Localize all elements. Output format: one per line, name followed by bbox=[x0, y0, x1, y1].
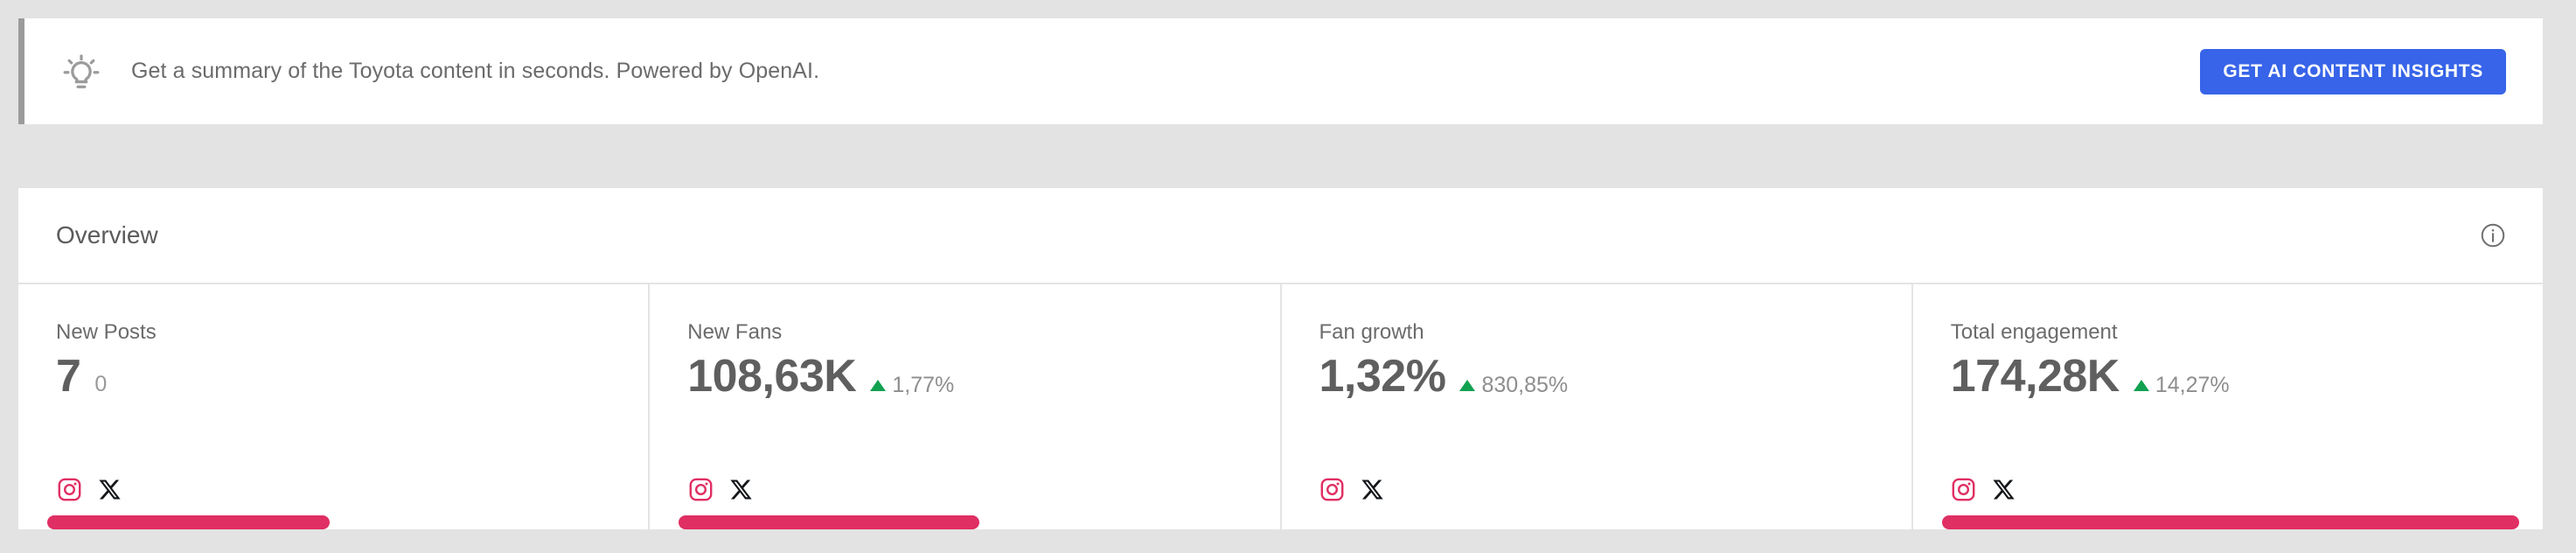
x-icon[interactable] bbox=[728, 476, 754, 502]
metric-progress-track bbox=[679, 515, 1279, 529]
overview-header: Overview bbox=[18, 188, 2543, 284]
metric-delta-value: 1,77% bbox=[892, 373, 955, 398]
metric-value: 174,28K bbox=[1950, 351, 2120, 402]
instagram-icon[interactable] bbox=[1319, 476, 1346, 502]
info-circle-icon[interactable] bbox=[2478, 220, 2508, 250]
metric-label: Total engagement bbox=[1950, 320, 2118, 344]
channel-icons bbox=[1282, 474, 1911, 504]
overview-tiles: New Posts 7 0 New Fans 108,63K 1,77% Fan… bbox=[18, 284, 2543, 529]
instagram-icon[interactable] bbox=[1951, 476, 1977, 502]
instagram-icon[interactable] bbox=[56, 476, 82, 502]
instagram-icon[interactable] bbox=[687, 476, 714, 502]
metric-delta-value: 14,27% bbox=[2155, 373, 2230, 398]
metric-delta-value: 830,85% bbox=[1481, 373, 1569, 398]
dashboard-page: Get a summary of the Toyota content in s… bbox=[0, 0, 2576, 553]
metric-progress-track bbox=[1311, 515, 1911, 529]
overview-title: Overview bbox=[56, 221, 158, 248]
metric-delta: 1,77% bbox=[870, 373, 954, 398]
metric-progress-bar bbox=[679, 515, 979, 529]
metric-progress-bar bbox=[1941, 515, 2519, 529]
metric-label: New Posts bbox=[56, 320, 157, 344]
tile-content: New Fans 108,63K 1,77% bbox=[650, 320, 1279, 403]
metric-value-row: 108,63K 1,77% bbox=[687, 351, 1244, 403]
lightbulb-icon bbox=[61, 52, 101, 92]
metric-value: 108,63K bbox=[687, 351, 857, 402]
ai-banner-text: Get a summary of the Toyota content in s… bbox=[131, 59, 820, 83]
metric-progress-track bbox=[1941, 515, 2543, 529]
metric-value: 7 bbox=[56, 351, 81, 402]
get-ai-content-insights-button[interactable]: GET AI CONTENT INSIGHTS bbox=[2200, 48, 2506, 94]
arrow-up-icon bbox=[870, 380, 887, 392]
metric-value-row: 7 0 bbox=[56, 351, 613, 403]
x-icon[interactable] bbox=[96, 476, 122, 502]
metric-progress-bar bbox=[47, 515, 330, 529]
arrow-up-icon bbox=[1459, 380, 1476, 392]
metric-tile-fan-growth: Fan growth 1,32% 830,85% bbox=[1279, 284, 1911, 529]
tile-content: Fan growth 1,32% 830,85% bbox=[1282, 320, 1911, 403]
x-icon[interactable] bbox=[1360, 476, 1386, 502]
metric-delta: 830,85% bbox=[1459, 373, 1568, 398]
x-icon[interactable] bbox=[1991, 476, 2017, 502]
metric-delta: 14,27% bbox=[2133, 373, 2230, 398]
metric-secondary-value: 0 bbox=[94, 372, 108, 397]
metric-value-row: 1,32% 830,85% bbox=[1319, 351, 1876, 403]
channel-icons bbox=[18, 474, 648, 504]
metric-tile-new-posts: New Posts 7 0 bbox=[18, 284, 648, 529]
overview-card: Overview New Posts 7 0 New Fans 108,63K … bbox=[18, 188, 2543, 529]
tile-content: New Posts 7 0 bbox=[18, 320, 648, 403]
channel-icons bbox=[1913, 474, 2543, 504]
metric-label: New Fans bbox=[687, 320, 783, 344]
metric-value: 1,32% bbox=[1319, 351, 1446, 402]
arrow-up-icon bbox=[2133, 380, 2149, 392]
metric-label: Fan growth bbox=[1319, 320, 1424, 344]
channel-icons bbox=[650, 474, 1279, 504]
metric-tile-new-fans: New Fans 108,63K 1,77% bbox=[648, 284, 1279, 529]
metric-value-row: 174,28K 14,27% bbox=[1951, 351, 2508, 403]
ai-insights-banner: Get a summary of the Toyota content in s… bbox=[18, 18, 2543, 124]
metric-progress-track bbox=[47, 515, 648, 529]
tile-content: Total engagement 174,28K 14,27% bbox=[1913, 320, 2543, 403]
metric-tile-total-engagement: Total engagement 174,28K 14,27% bbox=[1911, 284, 2543, 529]
